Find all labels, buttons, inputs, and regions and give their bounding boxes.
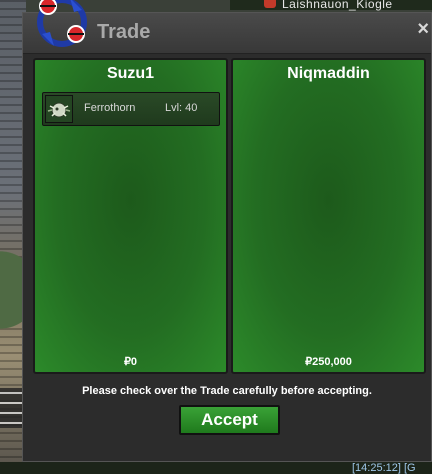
player-nameplate: Laishnauon_Kiogle: [282, 0, 393, 11]
partner-money-offer: ₽250,000: [305, 356, 352, 368]
my-offer-panel: Suzu1 Ferrothorn Lvl: 40 ₽0: [33, 58, 228, 374]
window-title: Trade: [97, 21, 151, 43]
game-logo-icon: [30, 0, 94, 54]
item-level: Lvl: 40: [165, 102, 198, 114]
offer-item-ferrothorn[interactable]: Ferrothorn Lvl: 40: [42, 92, 220, 126]
trade-notice: Please check over the Trade carefully be…: [82, 385, 372, 397]
close-button[interactable]: ×: [417, 19, 429, 39]
my-player-name: Suzu1: [106, 65, 155, 82]
chat-timestamp: [14:25:12] [G: [352, 462, 416, 474]
partner-player-name: Niqmaddin: [287, 65, 370, 82]
player-marker-icon: [264, 0, 276, 8]
partner-offer-panel: Niqmaddin ₽250,000: [231, 58, 426, 374]
item-name: Ferrothorn: [84, 102, 136, 114]
trade-window: Trade × Suzu1 Ferrothorn Lvl: 40 ₽0 Niqm…: [22, 12, 432, 462]
accept-button[interactable]: Accept: [179, 405, 280, 435]
tree-sprite: [0, 230, 22, 350]
ferrothorn-sprite-icon: [45, 95, 73, 123]
fence-sprite: [0, 388, 22, 428]
my-money-offer: ₽0: [123, 356, 138, 368]
